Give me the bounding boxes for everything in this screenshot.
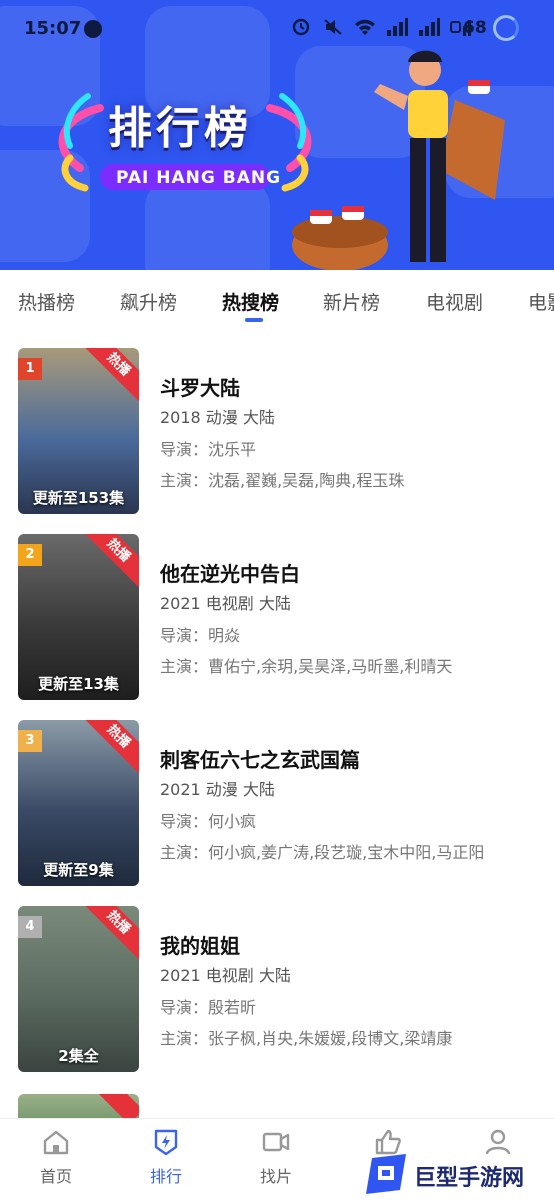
hot-badge: 热播 (79, 348, 139, 404)
wifi-icon (355, 19, 375, 35)
nav-label: 排行 (149, 1167, 182, 1186)
hot-badge: 热播 (79, 534, 139, 590)
tab-rising[interactable]: 飙升榜 (120, 288, 177, 315)
item-title[interactable]: 斗罗大陆 (160, 372, 240, 401)
item-title[interactable]: 我的姐姐 (160, 930, 240, 959)
notification-icon (84, 20, 102, 38)
home-icon (43, 1130, 69, 1155)
poster-caption: 更新至153集 (32, 489, 125, 507)
alarm-icon (292, 18, 310, 36)
list-item[interactable]: 1 热播 更新至153集 斗罗大陆 2018 动漫 大陆 导演：沈乐平 主演：沈… (0, 348, 554, 518)
tab-hot-search[interactable]: 热搜榜 (222, 288, 279, 315)
nav-label: 找片 (259, 1167, 292, 1186)
active-tab-indicator (245, 318, 263, 322)
ranking-icon (154, 1129, 178, 1156)
list-item[interactable]: 4 热播 2集全 我的姐姐 2021 电视剧 大陆 导演：殷若昕 主演：张子枫,… (0, 906, 554, 1076)
item-director: 导演：明焱 (160, 626, 241, 645)
item-director: 导演：沈乐平 (160, 440, 257, 459)
category-tabs: 热播榜 飙升榜 热搜榜 新片榜 电视剧 电影 (0, 270, 554, 332)
battery-icon (493, 15, 519, 41)
site-watermark: 巨型手游网 (362, 1148, 554, 1200)
watermark-logo-icon (366, 1154, 406, 1194)
list-item[interactable]: 3 热播 更新至9集 刺客伍六七之玄武国篇 2021 动漫 大陆 导演：何小疯 … (0, 720, 554, 890)
tab-hot-play[interactable]: 热播榜 (18, 288, 75, 315)
item-title[interactable]: 他在逆光中告白 (160, 558, 300, 587)
watermark-text: 巨型手游网 (414, 1166, 525, 1191)
banner-title: 排行榜 (108, 103, 252, 154)
item-director: 导演：殷若昕 (160, 998, 257, 1017)
item-director: 导演：何小疯 (160, 812, 257, 831)
ranking-banner: 15:07 68 排行榜 PAI HANG BANG (0, 0, 554, 270)
nav-label: 首页 (39, 1167, 72, 1186)
item-cast: 主演：沈磊,翟巍,吴磊,陶典,程玉珠 (160, 471, 405, 490)
rank-badge: 1 (18, 358, 42, 380)
rank-badge: 4 (18, 916, 42, 938)
hot-badge-partial (86, 1094, 139, 1120)
character-illustration (292, 50, 505, 270)
rank-badge: 2 (18, 544, 42, 566)
tab-tv-series[interactable]: 电视剧 (426, 288, 483, 315)
tab-new-release[interactable]: 新片榜 (323, 288, 380, 315)
item-cast: 主演：何小疯,姜广涛,段艺璇,宝木中阳,马正阳 (160, 843, 485, 862)
item-meta: 2018 动漫 大陆 (160, 408, 275, 427)
poster-caption: 更新至9集 (43, 861, 114, 879)
rank-badge: 3 (18, 730, 42, 752)
nav-find-video[interactable]: 找片 (236, 1127, 316, 1187)
list-item[interactable]: 2 热播 更新至13集 他在逆光中告白 2021 电视剧 大陆 导演：明焱 主演… (0, 534, 554, 704)
item-meta: 2021 动漫 大陆 (160, 780, 275, 799)
poster-image[interactable]: 1 热播 更新至153集 (18, 348, 139, 514)
poster-image-partial[interactable] (18, 1094, 139, 1120)
poster-image[interactable]: 3 热播 更新至9集 (18, 720, 139, 886)
signal-icon (387, 18, 408, 36)
nav-ranking[interactable]: 排行 (126, 1127, 206, 1187)
tab-movie[interactable]: 电影 (528, 288, 554, 315)
poster-caption: 2集全 (58, 1047, 99, 1065)
banner-subtitle: PAI HANG BANG (116, 168, 282, 188)
item-meta: 2021 电视剧 大陆 (160, 966, 291, 985)
mute-icon (324, 19, 342, 35)
item-title[interactable]: 刺客伍六七之玄武国篇 (160, 744, 360, 773)
nav-home[interactable]: 首页 (16, 1127, 96, 1187)
poster-caption: 更新至13集 (38, 675, 119, 693)
status-time: 15:07 (24, 18, 82, 39)
banner-logo: 排行榜 PAI HANG BANG (40, 88, 330, 198)
video-camera-icon (262, 1132, 290, 1152)
poster-image[interactable]: 4 热播 2集全 (18, 906, 139, 1072)
item-cast: 主演：曹佑宁,余玥,吴昊泽,马昕墨,利晴天 (160, 657, 453, 676)
item-meta: 2021 电视剧 大陆 (160, 594, 291, 613)
hot-badge: 热播 (79, 720, 139, 776)
battery-level: 68 (463, 18, 487, 38)
signal-icon-2 (419, 18, 440, 36)
poster-image[interactable]: 2 热播 更新至13集 (18, 534, 139, 700)
hot-badge: 热播 (79, 906, 139, 962)
item-cast: 主演：张子枫,肖央,朱媛媛,段博文,梁靖康 (160, 1029, 453, 1048)
